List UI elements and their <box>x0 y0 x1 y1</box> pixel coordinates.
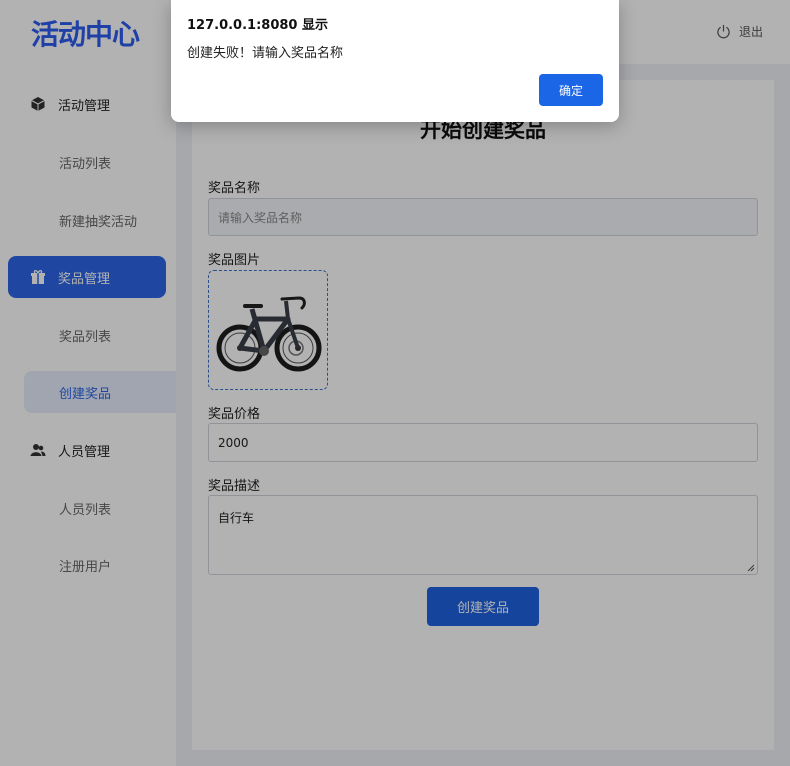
dialog-message: 创建失败！请输入奖品名称 <box>187 46 344 61</box>
dialog-title: 127.0.0.1:8080 显示 <box>187 18 328 33</box>
alert-dialog: 127.0.0.1:8080 显示 创建失败！请输入奖品名称 确定 <box>171 0 619 122</box>
dialog-ok-button[interactable]: 确定 <box>539 74 603 106</box>
